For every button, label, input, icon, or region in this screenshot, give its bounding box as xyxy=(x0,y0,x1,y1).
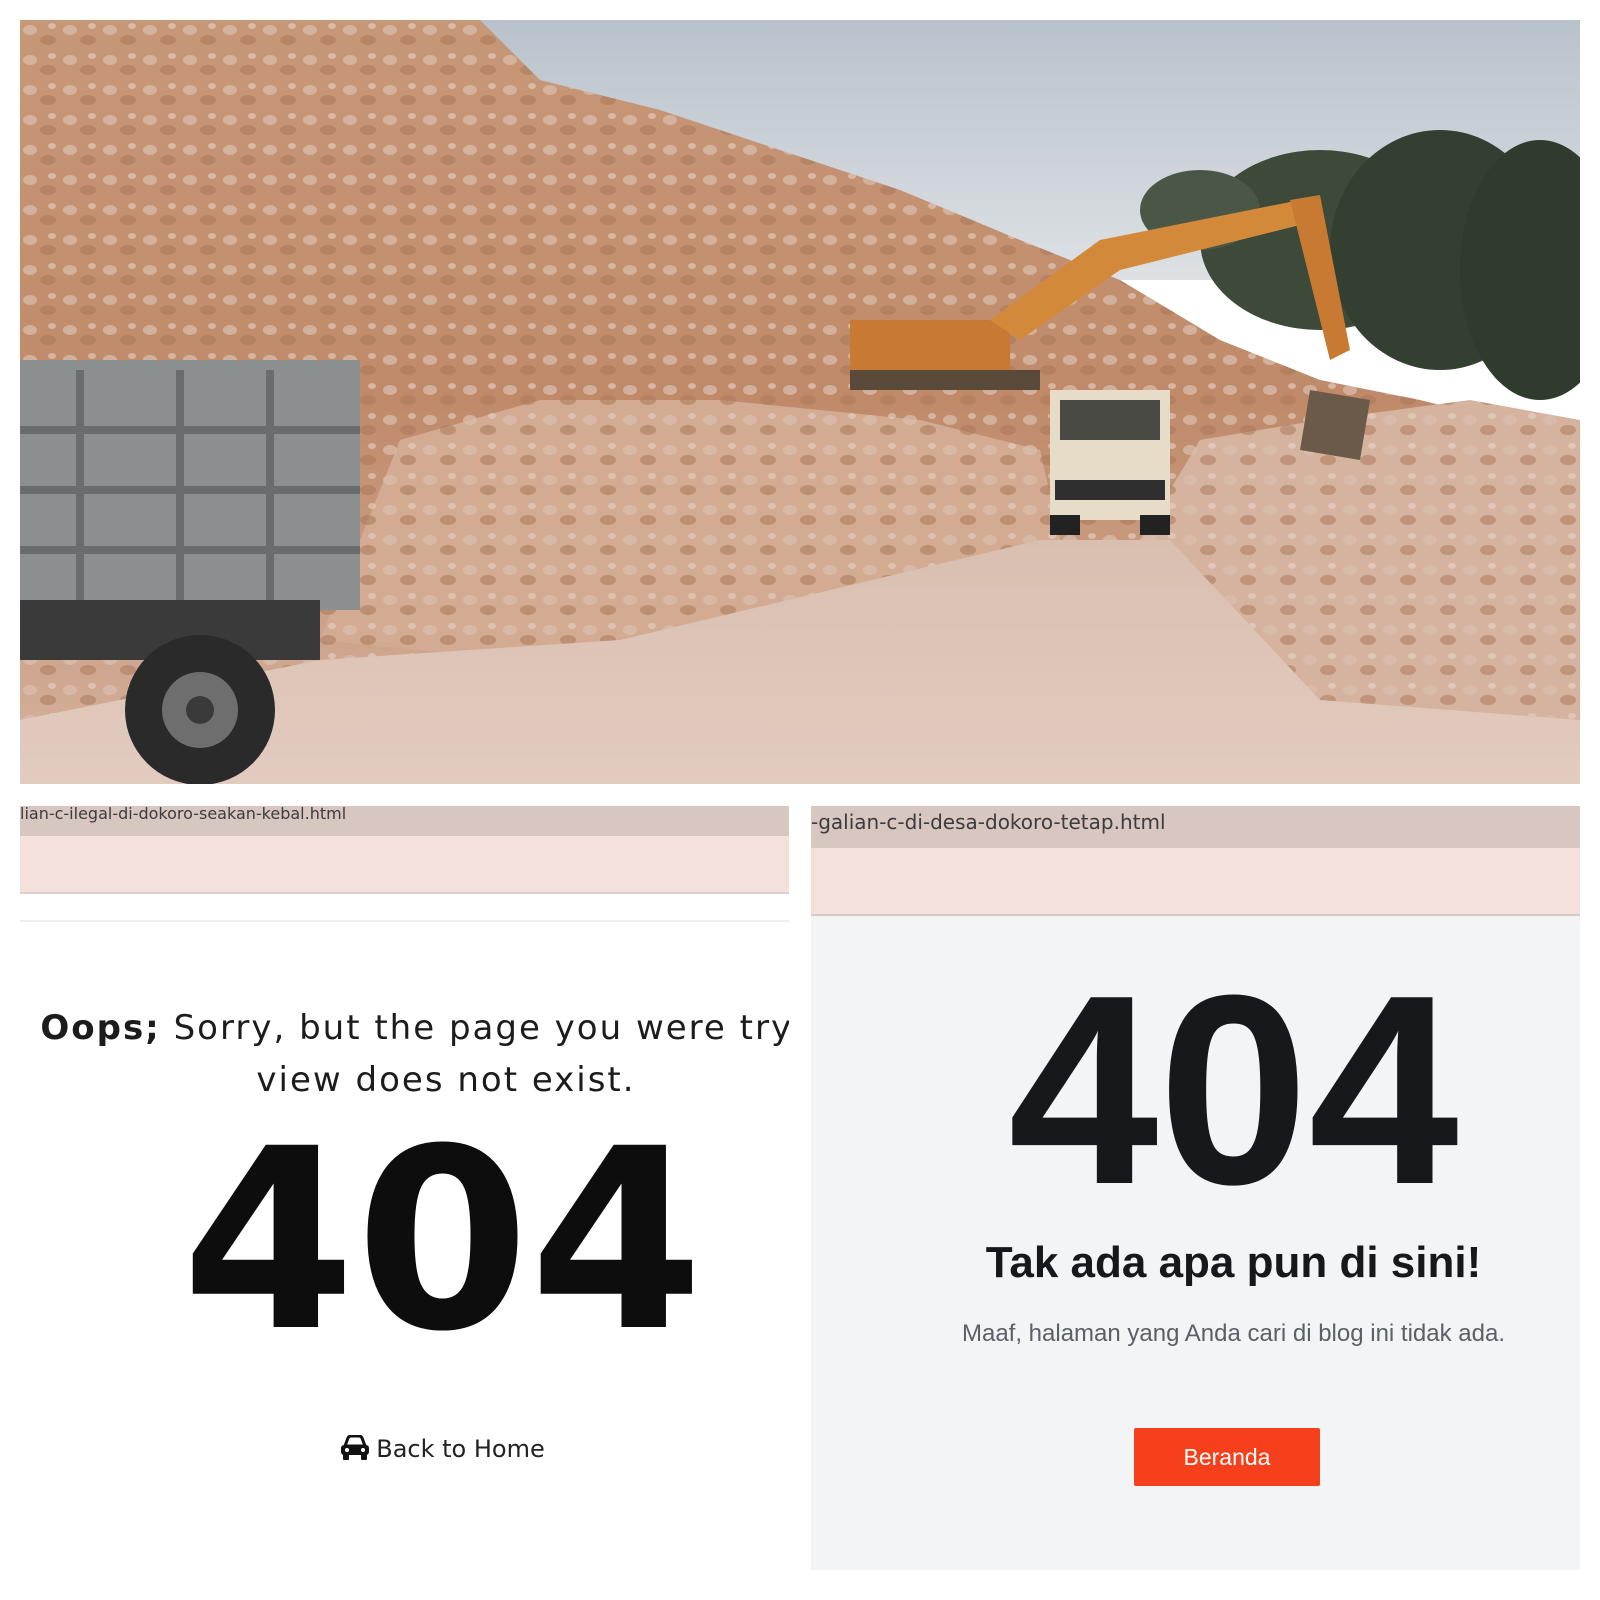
quarry-photo xyxy=(20,20,1580,784)
error-code: 404 xyxy=(1008,940,1459,1241)
url-text: -galian-c-di-desa-dokoro-tetap.html xyxy=(811,810,1166,834)
back-label: Back to Home xyxy=(376,1435,545,1463)
far-truck xyxy=(1050,390,1170,535)
car-icon xyxy=(340,1434,370,1468)
error-code: 404 xyxy=(181,1095,704,1386)
left-404-screenshot: lian-c-ilegal-di-dokoro-seakan-kebal.htm… xyxy=(20,806,789,1570)
back-to-home-link[interactable]: Back to Home xyxy=(20,1434,789,1468)
header-band xyxy=(20,836,789,894)
right-404-screenshot: -galian-c-di-desa-dokoro-tetap.html 404 … xyxy=(811,806,1580,1570)
oops-label: Oops; xyxy=(40,1008,161,1048)
url-text: lian-c-ilegal-di-dokoro-seakan-kebal.htm… xyxy=(20,806,347,823)
error-heading: Tak ada apa pun di sini! xyxy=(985,1238,1482,1287)
error-text: Sorry, but the page you were trying view… xyxy=(160,1008,789,1100)
error-subtext: Maaf, halaman yang Anda cari di blog ini… xyxy=(961,1320,1505,1347)
header-band xyxy=(811,848,1580,916)
divider xyxy=(20,920,789,922)
url-bar[interactable]: -galian-c-di-desa-dokoro-tetap.html xyxy=(811,806,1580,848)
url-bar[interactable]: lian-c-ilegal-di-dokoro-seakan-kebal.htm… xyxy=(20,806,789,836)
error-message: Oops; Sorry, but the page you were tryin… xyxy=(26,1002,789,1106)
home-button[interactable]: Beranda xyxy=(1134,1428,1320,1486)
